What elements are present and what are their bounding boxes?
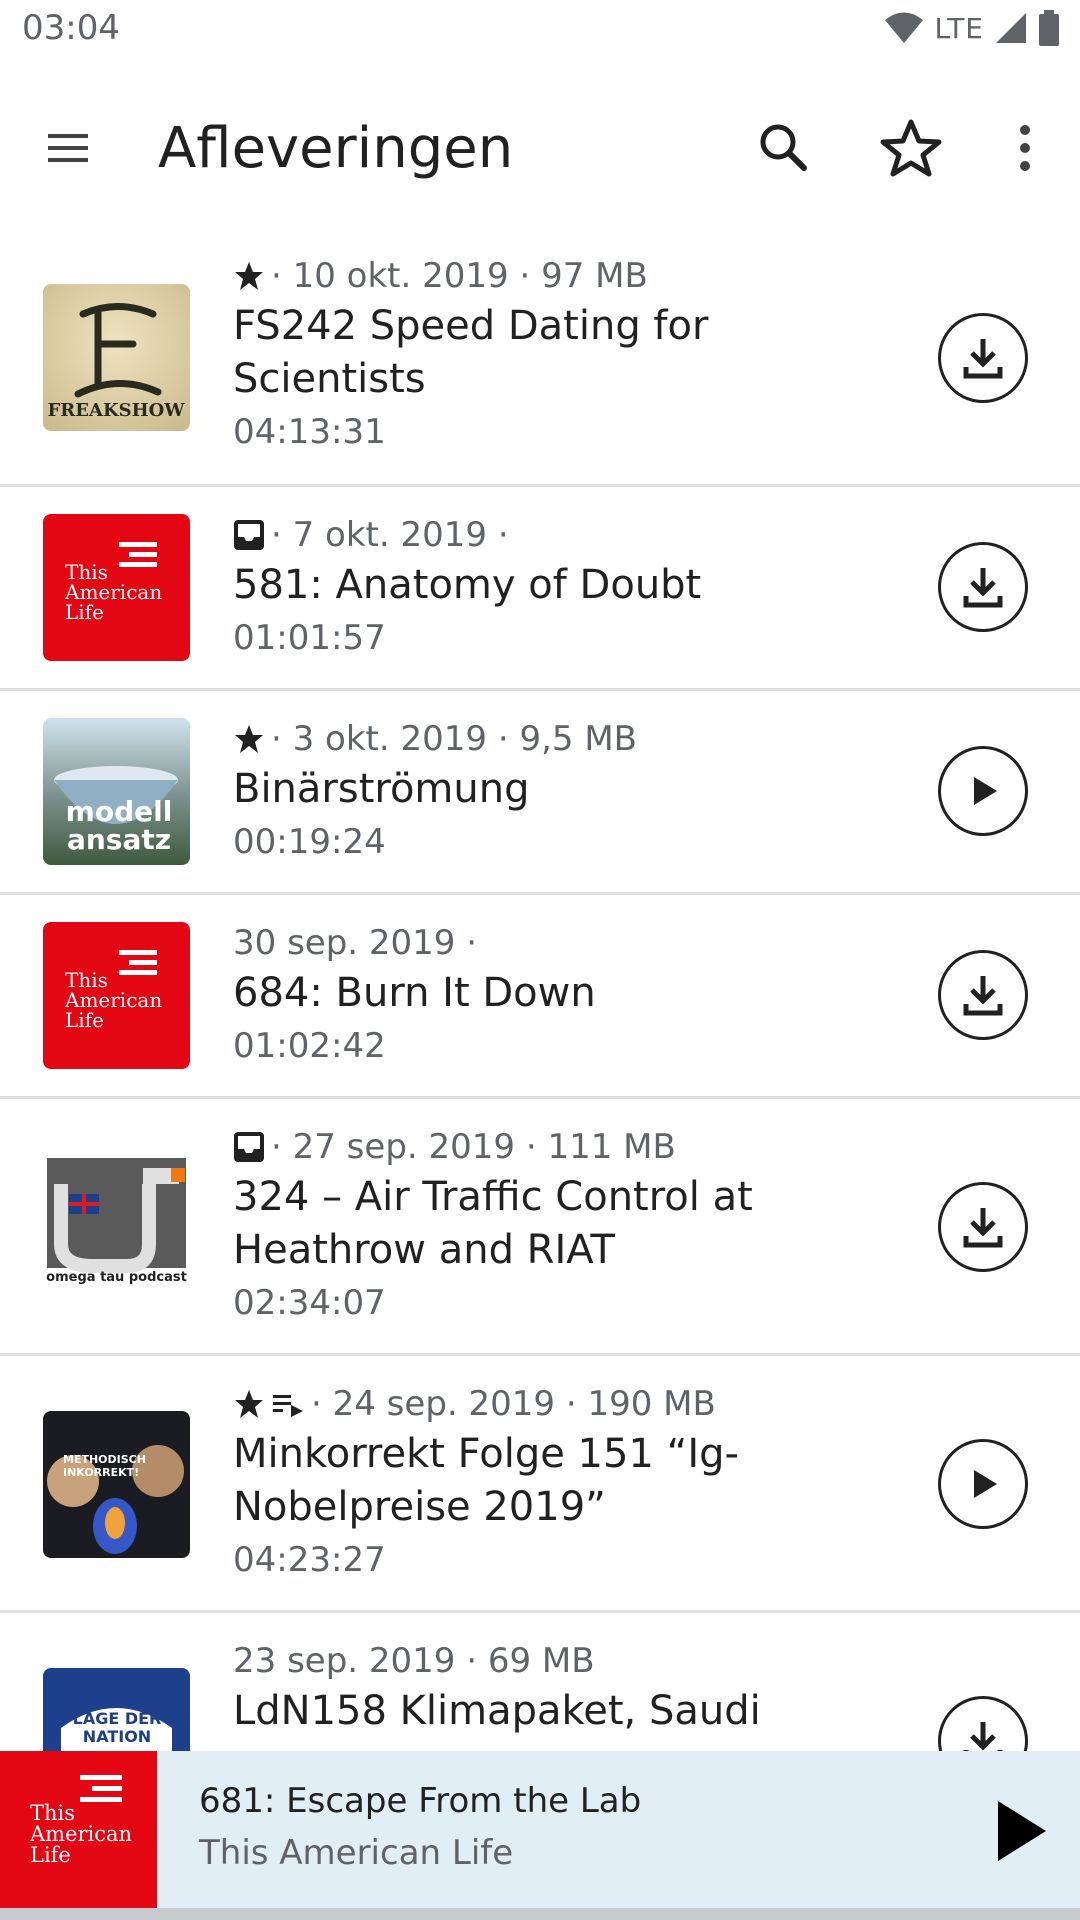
- episode-meta: · 10 okt. 2019 · 97 MB: [233, 252, 913, 300]
- player-play-icon[interactable]: [980, 1791, 1060, 1871]
- episode-title: 684: Burn It Down: [233, 970, 596, 1016]
- this-american-life-logo: This American Life: [30, 1775, 132, 1866]
- menu-icon[interactable]: [38, 118, 98, 178]
- list-item[interactable]: omega tau podcast · 27 sep. 2019 · 111 M…: [0, 1099, 1080, 1356]
- episode-duration: 04:13:31: [233, 412, 386, 452]
- episode-title: Minkorrekt Folge 151 “Ig-Nobelpreise 201…: [233, 1431, 739, 1530]
- episode-title: FS242 Speed Dating for Scientists: [233, 303, 709, 402]
- podcast-cover: This American Life: [43, 514, 190, 661]
- podcast-cover: This American Life: [43, 922, 190, 1069]
- episode-title: 324 – Air Traffic Control at Heathrow an…: [233, 1174, 753, 1273]
- episode-title: Binärströmung: [233, 766, 530, 812]
- download-button[interactable]: [938, 950, 1028, 1040]
- network-label: LTE: [934, 11, 984, 45]
- play-icon: [974, 1470, 997, 1498]
- more-options-icon[interactable]: [1000, 118, 1050, 178]
- queue-icon: [273, 1395, 303, 1417]
- episode-meta: · 24 sep. 2019 · 190 MB: [233, 1380, 913, 1428]
- episode-duration: 02:34:07: [233, 1283, 386, 1323]
- download-icon: [963, 568, 1003, 608]
- inbox-icon: [234, 1132, 264, 1162]
- this-american-life-logo: This American Life: [65, 542, 162, 622]
- episode-meta: · 27 sep. 2019 · 111 MB: [233, 1123, 913, 1171]
- episode-meta: 23 sep. 2019 · 69 MB: [233, 1637, 913, 1685]
- episode-meta-text: · 10 okt. 2019 · 97 MB: [271, 256, 648, 296]
- status-icons: LTE: [884, 10, 1060, 46]
- favorite-star-icon: [235, 262, 263, 290]
- search-icon[interactable]: [750, 118, 818, 178]
- player-episode-title: 681: Escape From the Lab: [199, 1781, 642, 1821]
- minkorrekt-logo: METHODISCH INKORREKT!: [47, 1445, 184, 1554]
- episode-meta-text: 30 sep. 2019 ·: [233, 923, 478, 963]
- episode-duration: 01:02:42: [233, 1026, 386, 1066]
- download-icon: [963, 339, 1003, 379]
- favorite-star-icon: [235, 1390, 263, 1418]
- modellansatz-logo: modell ansatz: [54, 766, 178, 854]
- list-item[interactable]: modell ansatz · 3 okt. 2019 · 9,5 MB Bin…: [0, 691, 1080, 895]
- episode-title: LdN158 Klimapaket, Saudi: [233, 1688, 761, 1734]
- podcast-cover: METHODISCH INKORREKT!: [43, 1411, 190, 1558]
- episode-list: FREAKSHOW · 10 okt. 2019 · 97 MB FS242 S…: [0, 232, 1080, 1815]
- podcast-cover: FREAKSHOW: [43, 284, 190, 431]
- episode-meta: · 7 okt. 2019 ·: [233, 511, 913, 559]
- status-bar: 03:04 LTE: [0, 0, 1080, 64]
- status-time: 03:04: [22, 8, 120, 48]
- favorite-star-icon: [235, 725, 263, 753]
- wifi-icon: [885, 12, 924, 43]
- this-american-life-logo: This American Life: [65, 950, 162, 1030]
- star-outline-icon[interactable]: [876, 116, 946, 180]
- download-button[interactable]: [938, 1182, 1028, 1272]
- play-icon: [974, 777, 997, 805]
- battery-icon: [1039, 10, 1059, 46]
- episode-meta-text: · 7 okt. 2019 ·: [271, 515, 509, 555]
- episode-meta-text: · 27 sep. 2019 · 111 MB: [271, 1127, 676, 1167]
- episode-meta-text: · 24 sep. 2019 · 190 MB: [311, 1384, 716, 1424]
- signal-icon: [996, 13, 1026, 43]
- play-button[interactable]: [938, 746, 1028, 836]
- download-icon: [963, 976, 1003, 1016]
- omega-tau-logo: omega tau podcast: [46, 1158, 187, 1285]
- list-item[interactable]: LAGE DER NATION 23 sep. 2019 · 69 MB LdN…: [0, 1613, 1080, 1815]
- episode-meta-text: 23 sep. 2019 · 69 MB: [233, 1641, 595, 1681]
- navigation-bar: [0, 1908, 1080, 1920]
- list-item[interactable]: This American Life 30 sep. 2019 · 684: B…: [0, 895, 1080, 1099]
- episode-duration: 01:01:57: [233, 618, 386, 658]
- podcast-cover: modell ansatz: [43, 718, 190, 865]
- svg-text:FREAKSHOW: FREAKSHOW: [48, 400, 186, 421]
- page-title: Afleveringen: [158, 116, 514, 181]
- freakshow-logo: FREAKSHOW: [48, 303, 186, 421]
- download-button[interactable]: [938, 313, 1028, 403]
- podcast-cover: omega tau podcast: [43, 1154, 190, 1301]
- player-feed-title: This American Life: [199, 1833, 514, 1873]
- mini-player[interactable]: This American Life 681: Escape From the …: [0, 1751, 1080, 1908]
- episode-meta: · 3 okt. 2019 · 9,5 MB: [233, 715, 913, 763]
- play-button[interactable]: [938, 1439, 1028, 1529]
- player-cover: This American Life: [0, 1751, 157, 1908]
- list-item[interactable]: This American Life · 7 okt. 2019 · 581: …: [0, 487, 1080, 691]
- episode-meta: 30 sep. 2019 ·: [233, 919, 913, 967]
- list-item[interactable]: FREAKSHOW · 10 okt. 2019 · 97 MB FS242 S…: [0, 232, 1080, 487]
- episode-duration: 00:19:24: [233, 822, 386, 862]
- episode-meta-text: · 3 okt. 2019 · 9,5 MB: [271, 719, 637, 759]
- app-bar: Afleveringen: [0, 88, 1080, 208]
- episode-duration: 04:23:27: [233, 1540, 386, 1580]
- episode-title: 581: Anatomy of Doubt: [233, 562, 702, 608]
- download-icon: [963, 1208, 1003, 1248]
- list-item[interactable]: METHODISCH INKORREKT! · 24 sep. 2019 · 1…: [0, 1356, 1080, 1613]
- inbox-icon: [234, 520, 264, 550]
- download-button[interactable]: [938, 542, 1028, 632]
